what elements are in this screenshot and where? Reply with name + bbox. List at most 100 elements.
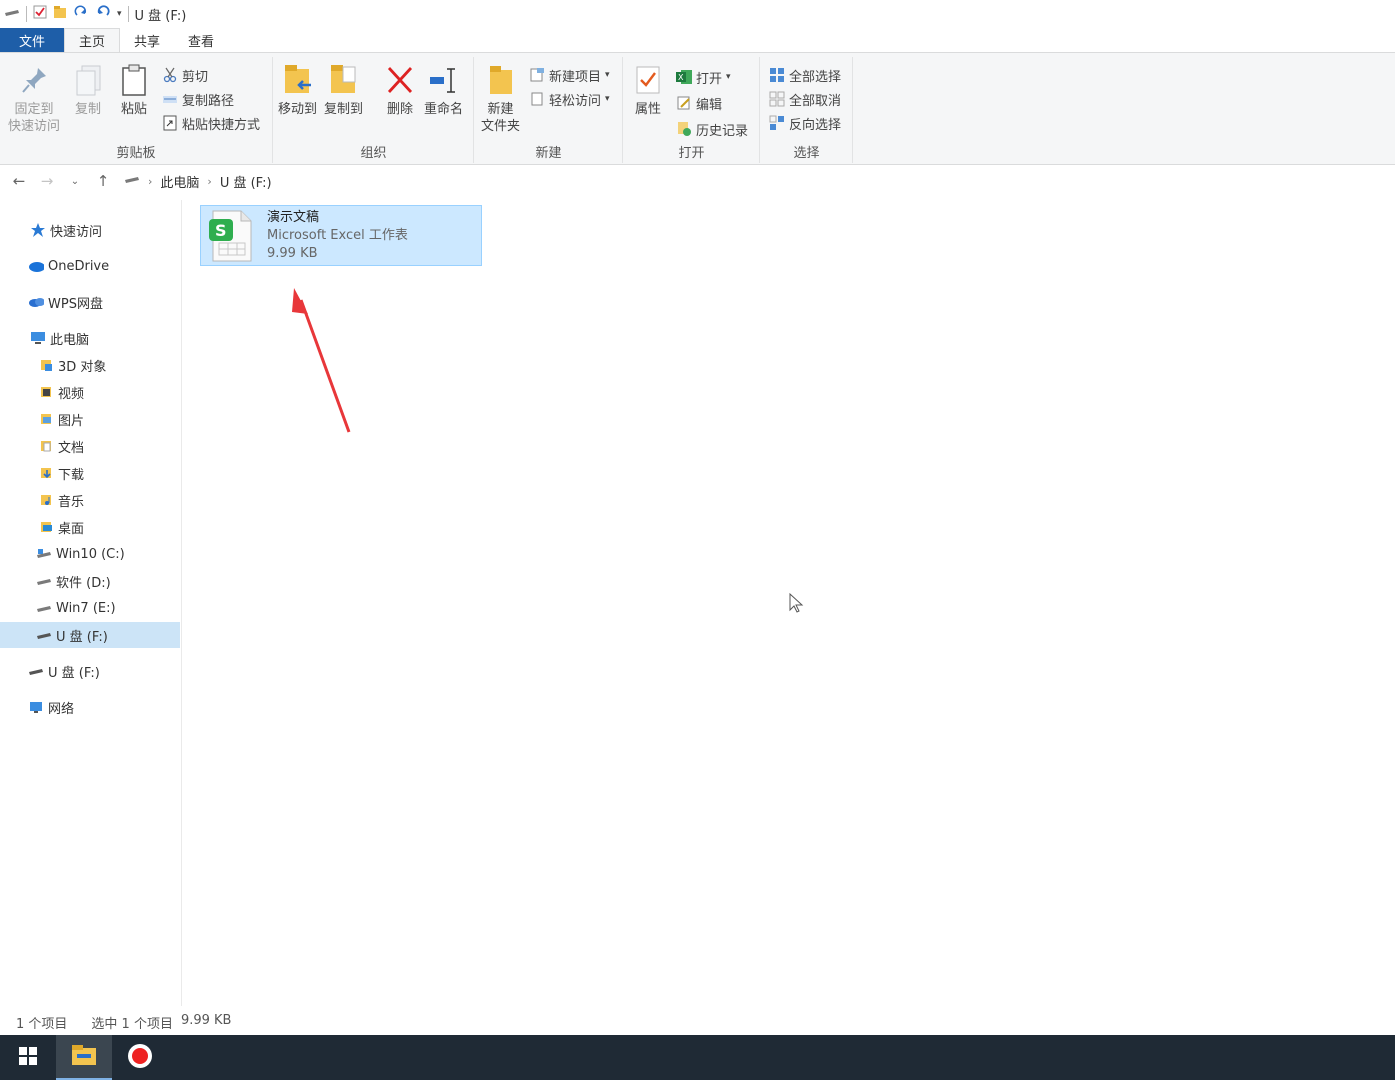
breadcrumb-this-pc[interactable]: 此电脑: [160, 172, 199, 191]
clipboard-group: 固定到 快速访问 复制 粘贴 剪切 复制路径 粘贴快捷方式 剪贴板: [0, 57, 273, 163]
undo-icon[interactable]: [95, 5, 111, 23]
new-folder-button[interactable]: 新建 文件夹: [481, 63, 520, 135]
easy-access-button[interactable]: 轻松访问 ▾: [529, 89, 610, 109]
sidebar-item-desktop[interactable]: 桌面: [0, 514, 180, 540]
separator: [26, 6, 27, 22]
sidebar-item-videos[interactable]: 视频: [0, 379, 180, 405]
file-size: 9.99 KB: [267, 246, 318, 261]
rename-button[interactable]: 重命名: [424, 63, 463, 118]
cloud-icon: [28, 294, 44, 310]
tab-file[interactable]: 文件: [0, 28, 64, 52]
sidebar-item-onedrive[interactable]: OneDrive: [0, 253, 180, 279]
window-title: U 盘 (F:): [134, 8, 187, 24]
copy-to-button[interactable]: 复制到: [324, 63, 363, 118]
pin-to-quick-access-button[interactable]: 固定到 快速访问: [8, 63, 60, 135]
tab-share[interactable]: 共享: [120, 28, 174, 52]
tab-view[interactable]: 查看: [174, 28, 228, 52]
sidebar-item-usb-drive[interactable]: U 盘 (F:): [0, 658, 180, 684]
picture-icon: [38, 411, 54, 427]
redo-icon[interactable]: [73, 5, 89, 23]
video-icon: [38, 384, 54, 400]
document-icon: [38, 438, 54, 454]
paste-button[interactable]: 粘贴: [118, 63, 150, 118]
chevron-right-icon[interactable]: ›: [207, 175, 211, 188]
select-none-icon: [769, 91, 785, 107]
move-to-button[interactable]: 移动到: [278, 63, 317, 118]
select-all-button[interactable]: 全部选择: [769, 65, 841, 85]
sidebar-item-drive-e[interactable]: Win7 (E:): [0, 595, 180, 621]
copy-to-icon: [328, 63, 360, 97]
select-group-label: 选择: [793, 146, 820, 161]
windows-logo-icon: [19, 1046, 37, 1069]
taskbar-screen-recorder[interactable]: [112, 1035, 168, 1080]
edit-icon: [676, 95, 692, 111]
sidebar-item-wps-cloud[interactable]: WPS网盘: [0, 289, 180, 315]
ribbon: 固定到 快速访问 复制 粘贴 剪切 复制路径 粘贴快捷方式 剪贴板 移动到 复制…: [0, 52, 1395, 165]
music-icon: [38, 492, 54, 508]
properties-icon[interactable]: [33, 5, 47, 23]
address-bar: ← → ⌄ ↑ › 此电脑 › U 盘 (F:): [0, 166, 1395, 196]
select-none-button[interactable]: 全部取消: [769, 89, 841, 109]
up-arrow-icon[interactable]: ↑: [96, 172, 110, 190]
delete-button[interactable]: 删除: [384, 63, 416, 118]
chevron-down-icon[interactable]: ▾: [117, 9, 122, 19]
file-type: Microsoft Excel 工作表: [267, 228, 408, 243]
sidebar-item-music[interactable]: 音乐: [0, 487, 180, 513]
invert-selection-icon: [769, 115, 785, 131]
new-item-button[interactable]: 新建项目 ▾: [529, 65, 610, 85]
chevron-down-icon: ▾: [605, 94, 610, 104]
quick-access-toolbar: ▾: [4, 0, 129, 28]
sidebar-item-quick-access[interactable]: 快速访问: [0, 217, 180, 243]
file-tile[interactable]: S 演示文稿 Microsoft Excel 工作表 9.99 KB: [200, 205, 482, 266]
sidebar-item-pictures[interactable]: 图片: [0, 406, 180, 432]
sidebar-item-drive-f[interactable]: U 盘 (F:): [0, 622, 180, 648]
item-count: 1 个项目: [16, 1016, 68, 1032]
history-button[interactable]: 历史记录: [676, 119, 748, 139]
recent-locations-chevron-icon[interactable]: ⌄: [68, 176, 82, 187]
forward-arrow-icon[interactable]: →: [40, 172, 54, 190]
rename-icon: [428, 63, 460, 97]
move-to-icon: [282, 63, 314, 97]
breadcrumb-usb-drive[interactable]: U 盘 (F:): [220, 172, 272, 191]
paste-shortcut-button[interactable]: 粘贴快捷方式: [162, 113, 260, 133]
sidebar-item-this-pc[interactable]: 此电脑: [0, 325, 180, 351]
sidebar-item-drive-c[interactable]: Win10 (C:): [0, 541, 180, 567]
chevron-right-icon[interactable]: ›: [148, 175, 152, 188]
properties-button[interactable]: 属性: [632, 63, 664, 118]
edit-button[interactable]: 编辑: [676, 93, 722, 113]
copy-path-button[interactable]: 复制路径: [162, 89, 234, 109]
open-group: 属性 X 打开 ▾ 编辑 历史记录 打开: [624, 57, 760, 163]
delete-x-icon: [384, 63, 416, 97]
start-button[interactable]: [0, 1035, 56, 1080]
sidebar-item-documents[interactable]: 文档: [0, 433, 180, 459]
pin-icon: [18, 63, 50, 97]
clipboard-group-label: 剪贴板: [116, 146, 156, 161]
copy-path-icon: [162, 91, 178, 107]
download-icon: [38, 465, 54, 481]
separator: [127, 6, 129, 22]
sidebar-item-3d-objects[interactable]: 3D 对象: [0, 352, 180, 378]
svg-text:S: S: [215, 221, 227, 240]
taskbar-file-explorer[interactable]: [56, 1035, 112, 1080]
back-arrow-icon[interactable]: ←: [12, 172, 26, 190]
sidebar-item-network[interactable]: 网络: [0, 694, 180, 720]
cube-icon: [38, 357, 54, 373]
sidebar-item-downloads[interactable]: 下载: [0, 460, 180, 486]
tab-home[interactable]: 主页: [64, 28, 121, 52]
new-group-label: 新建: [535, 146, 562, 161]
status-bar: 1 个项目 选中 1 个项目 9.99 KB: [0, 1010, 1395, 1034]
selected-size: 9.99 KB: [180, 1012, 232, 1028]
excel-icon: X: [676, 69, 692, 85]
drive-icon: [4, 6, 20, 22]
properties-check-icon: [632, 63, 664, 97]
drive-icon: [36, 573, 52, 589]
svg-text:X: X: [678, 73, 684, 82]
open-button[interactable]: X 打开 ▾: [676, 67, 731, 87]
sidebar-item-drive-d[interactable]: 软件 (D:): [0, 568, 180, 594]
copy-button[interactable]: 复制: [72, 63, 104, 118]
file-name: 演示文稿: [267, 210, 320, 225]
folder-icon: [485, 63, 517, 97]
invert-selection-button[interactable]: 反向选择: [769, 113, 841, 133]
new-folder-icon[interactable]: [53, 5, 67, 23]
cut-button[interactable]: 剪切: [162, 65, 208, 85]
